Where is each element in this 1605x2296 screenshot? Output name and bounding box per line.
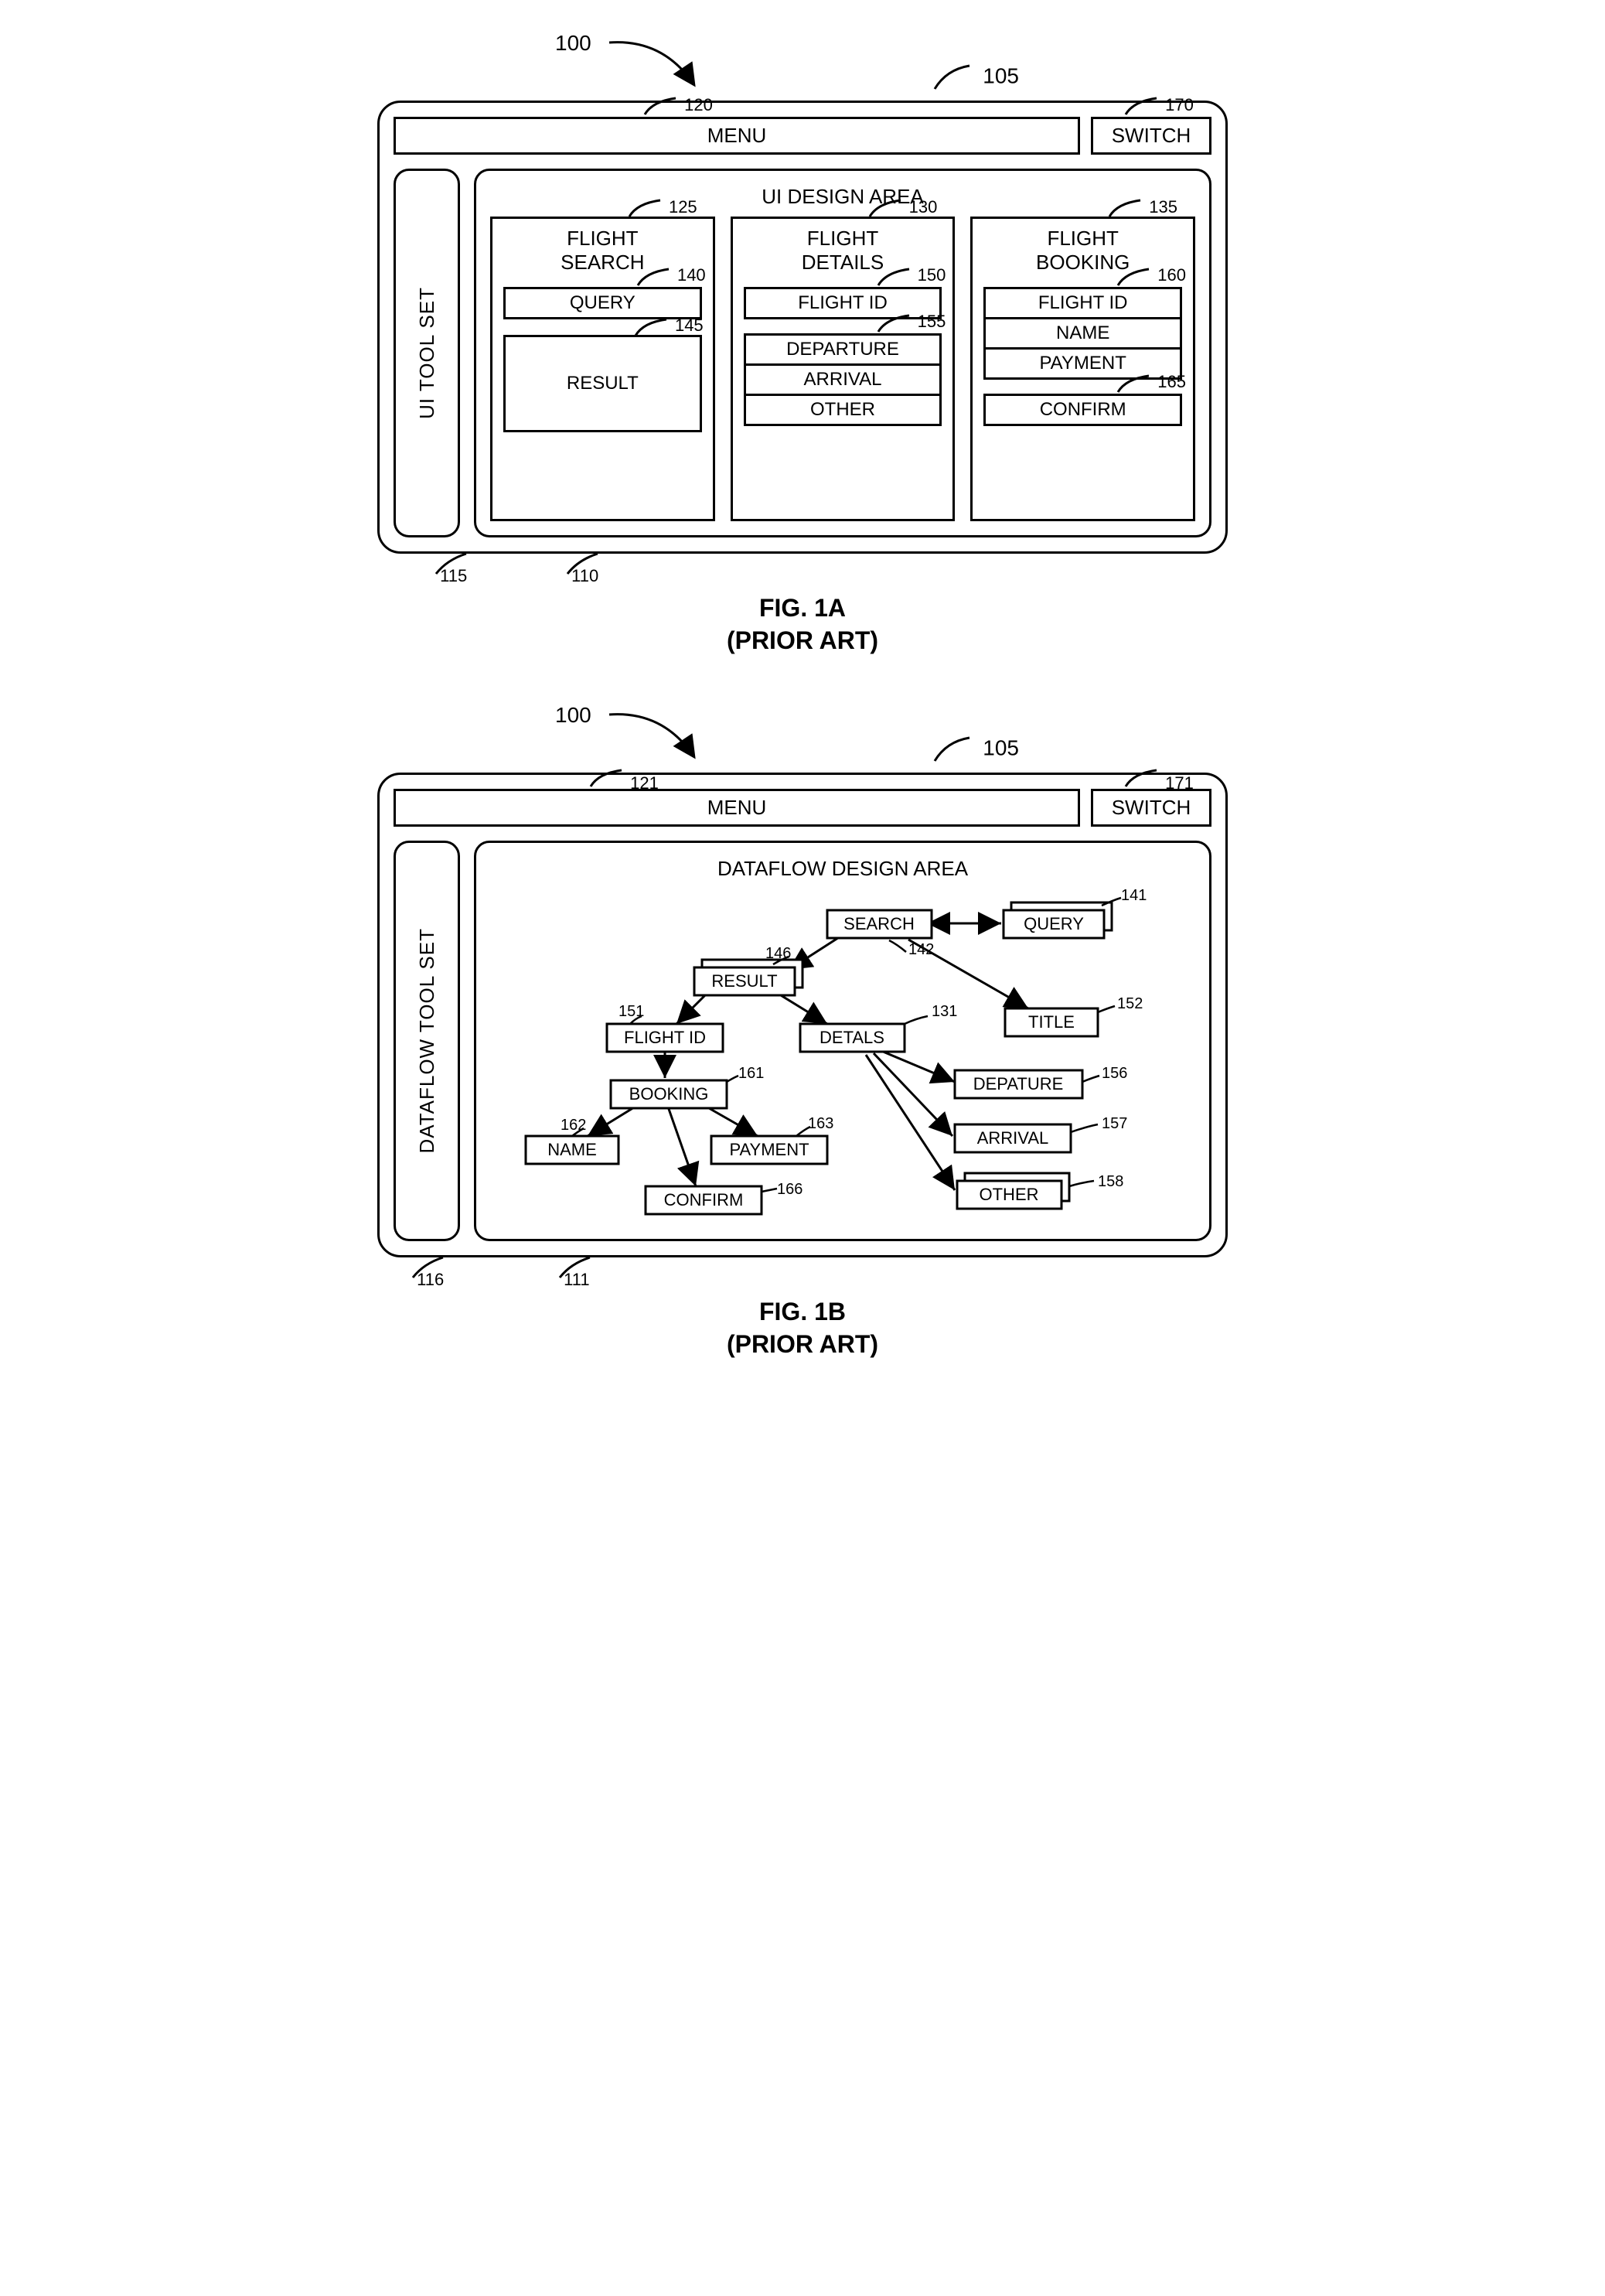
field-result: 145 RESULT [503, 335, 702, 432]
switch-button-a[interactable]: SWITCH [1091, 117, 1211, 155]
svg-text:156: 156 [1102, 1065, 1127, 1082]
field-confirm[interactable]: CONFIRM [983, 394, 1182, 426]
figure-1a: 100 105 120 MENU [377, 31, 1228, 657]
svg-text:141: 141 [1121, 889, 1147, 904]
svg-text:161: 161 [738, 1065, 764, 1082]
edge-booking-payment [704, 1105, 758, 1136]
sidebar-label-b: DATAFLOW TOOL SET [415, 928, 439, 1154]
svg-text:NAME: NAME [547, 1140, 597, 1159]
caption-1a: FIG. 1A (PRIOR ART) [377, 592, 1228, 657]
field-other: OTHER [744, 396, 942, 426]
field-arrival: ARRIVAL [744, 366, 942, 396]
dataflow-design-area: DATAFLOW DESIGN AREA [474, 841, 1211, 1241]
svg-text:157: 157 [1102, 1115, 1127, 1132]
caption-1b: FIG. 1B (PRIOR ART) [377, 1296, 1228, 1360]
field-payment[interactable]: PAYMENT [983, 350, 1182, 380]
ref-100-a: 100 [555, 31, 591, 56]
svg-text:CONFIRM: CONFIRM [664, 1190, 744, 1209]
card-flight-booking: 135 FLIGHT BOOKING 160 FLIGHT ID NAME PA… [970, 217, 1195, 521]
svg-text:142: 142 [908, 941, 934, 958]
svg-text:ARRIVAL: ARRIVAL [977, 1128, 1049, 1148]
sidebar-ui-toolset[interactable]: UI TOOL SET [394, 169, 460, 537]
svg-text:163: 163 [808, 1115, 833, 1132]
svg-text:162: 162 [561, 1117, 586, 1134]
svg-text:131: 131 [932, 1003, 957, 1020]
figure-1b: 100 105 121 MENU 171 SWITCH [377, 703, 1228, 1360]
field-flightid-details: FLIGHT ID [744, 287, 942, 319]
svg-text:146: 146 [765, 945, 791, 962]
sidebar-label-a: UI TOOL SET [415, 287, 439, 419]
svg-text:SEARCH: SEARCH [843, 914, 915, 933]
edge-booking-name [588, 1105, 638, 1136]
svg-text:152: 152 [1117, 995, 1143, 1012]
svg-text:QUERY: QUERY [1024, 914, 1084, 933]
field-departure: DEPARTURE [744, 333, 942, 366]
field-flightid-booking[interactable]: FLIGHT ID [983, 287, 1182, 319]
area-title-a: UI DESIGN AREA [490, 185, 1195, 209]
field-name[interactable]: NAME [983, 319, 1182, 350]
ref-115: 115 [431, 552, 506, 580]
sidebar-dataflow-toolset[interactable]: DATAFLOW TOOL SET [394, 841, 460, 1241]
ui-design-area: UI DESIGN AREA 125 FLIGHT SEARCH 140 [474, 169, 1211, 537]
switch-button-b[interactable]: SWITCH [1091, 789, 1211, 827]
area-title-b: DATAFLOW DESIGN AREA [490, 857, 1195, 881]
menu-bar-b[interactable]: MENU [394, 789, 1080, 827]
svg-text:PAYMENT: PAYMENT [729, 1140, 809, 1159]
edge-details-arrival [874, 1053, 952, 1136]
panel-1a: 120 MENU 170 SWITCH UI TOOL SET UI DESIG… [377, 101, 1228, 554]
menu-bar-a[interactable]: MENU [394, 117, 1080, 155]
ref-105-b: 105 [931, 734, 1020, 765]
svg-text:BOOKING: BOOKING [629, 1084, 709, 1104]
svg-text:TITLE: TITLE [1028, 1012, 1075, 1032]
ref-110: 110 [563, 552, 637, 580]
card-title-search: FLIGHT SEARCH [503, 227, 702, 275]
arrow-100-b: 100 105 [377, 703, 1228, 773]
svg-text:DEPATURE: DEPATURE [973, 1074, 1064, 1093]
panel-1b: 121 MENU 171 SWITCH DATAFLOW TOOL SET DA… [377, 773, 1228, 1257]
svg-text:158: 158 [1098, 1173, 1123, 1190]
edge-result-details [777, 993, 827, 1024]
edge-details-departure [881, 1051, 955, 1082]
dataflow-svg: SEARCH 142 QUERY 141 RESULT 146 [490, 889, 1195, 1221]
card-flight-details: 130 FLIGHT DETAILS 150 FLIGHT ID [731, 217, 956, 521]
field-query[interactable]: QUERY [503, 287, 702, 319]
ref-100-b: 100 [555, 703, 591, 728]
arrow-100-a: 100 105 [377, 31, 1228, 101]
svg-text:166: 166 [777, 1181, 802, 1198]
ref-105-a: 105 [931, 62, 1020, 93]
svg-text:DETALS: DETALS [820, 1028, 884, 1047]
card-title-details: FLIGHT DETAILS [744, 227, 942, 275]
edge-booking-confirm [669, 1109, 696, 1186]
card-flight-search: 125 FLIGHT SEARCH 140 QUERY [490, 217, 715, 521]
card-title-booking: FLIGHT BOOKING [983, 227, 1182, 275]
ref-111: 111 [555, 1256, 629, 1284]
svg-text:RESULT: RESULT [711, 971, 777, 991]
svg-text:FLIGHT ID: FLIGHT ID [624, 1028, 706, 1047]
svg-text:OTHER: OTHER [980, 1185, 1039, 1204]
ref-116: 116 [408, 1256, 482, 1284]
